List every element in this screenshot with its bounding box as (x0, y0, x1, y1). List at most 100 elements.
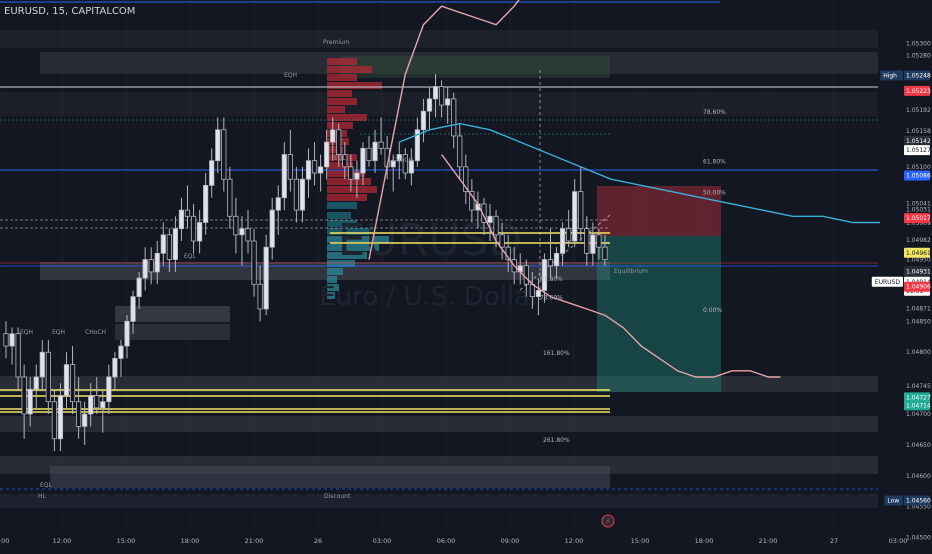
chart-annotation: Discount (324, 493, 351, 500)
volume-profile-bar (327, 202, 357, 209)
x-tick-label: 03:00 (889, 537, 908, 545)
fib-level-label: 0.00% (703, 307, 722, 314)
y-tick-label: 1.04800 (906, 349, 931, 356)
svg-text:High: High (883, 72, 897, 79)
y-tick-label: 1.04871 (906, 305, 931, 312)
svg-text:1.05017: 1.05017 (906, 215, 931, 222)
chart-annotation: EQH (284, 72, 297, 79)
volume-profile-bar (327, 58, 357, 65)
x-tick-label: 03:00 (373, 537, 392, 545)
svg-text:1.04906: 1.04906 (906, 284, 931, 291)
y-tick-label: 1.04650 (906, 442, 931, 449)
fib-level-label: 78.60% (540, 295, 563, 302)
x-tick-label: 21:00 (245, 537, 264, 545)
x-tick-label: 09:00 (501, 537, 520, 545)
position-target-zone (597, 236, 721, 392)
price-zone (0, 416, 878, 432)
svg-text:Low: Low (887, 498, 899, 505)
svg-text:EURUSD: EURUSD (875, 279, 901, 286)
y-tick-label: 1.04745 (906, 383, 931, 390)
x-tick-label: 18:00 (695, 537, 714, 545)
chart-annotation: EQL (184, 253, 197, 260)
x-tick-label: 21:00 (759, 537, 778, 545)
symbol-header: EURUSD, 15, CAPITALCOM (4, 6, 135, 17)
svg-text:⚡: ⚡ (605, 517, 611, 526)
chart-annotation: EQL (40, 482, 53, 489)
svg-text:1.04714: 1.04714 (906, 402, 931, 409)
chart-annotation: EQH (20, 329, 33, 336)
svg-text:1.05248: 1.05248 (906, 72, 931, 79)
volume-profile-bar (327, 74, 357, 81)
y-tick-label: 1.05031 (906, 206, 931, 213)
chart-annotation: CHoCH (85, 329, 106, 336)
chart-annotation: EQL (334, 155, 347, 162)
replay-icon[interactable]: ⚡ (601, 514, 615, 528)
volume-profile-bar (327, 98, 357, 105)
volume-profile-bar (327, 268, 343, 275)
price-zone (0, 30, 878, 48)
svg-text:1.04961: 1.04961 (906, 250, 931, 257)
fib-level-label: 61.80% (703, 159, 726, 166)
y-tick-label: 1.05100 (906, 164, 931, 171)
chart-annotation: HL (38, 493, 47, 500)
price-badge: 1.05127 (904, 145, 931, 156)
price-badge: 1.05223 (904, 85, 931, 96)
y-tick-label: 1.05300 (906, 40, 931, 47)
svg-text:1.04560: 1.04560 (906, 498, 931, 505)
price-zone (340, 56, 610, 78)
watermark-description: Euro / U.S. Dollar (319, 282, 541, 312)
y-tick-label: 1.05280 (906, 53, 931, 60)
x-tick-label: 15:00 (117, 537, 136, 545)
price-zone (0, 494, 878, 508)
volume-profile-bar (327, 90, 352, 97)
chart-root[interactable]: EURUSD Euro / U.S. Dollar 78.60% 61.80% 50… (0, 0, 932, 550)
price-zone (50, 466, 610, 488)
chart-annotation: Equilibrium (614, 268, 648, 275)
x-tick-label: 00:00 (0, 537, 9, 545)
volume-profile-bar (327, 186, 377, 193)
candle (263, 234, 269, 316)
x-tick-label: 12:00 (565, 537, 584, 545)
y-tick-label: 1.05192 (906, 107, 931, 114)
price-badge: 1.05086 (904, 170, 931, 181)
y-tick-label: 1.04500 (906, 535, 931, 542)
volume-profile-bar (327, 106, 345, 113)
fib-level-label: 61.80% (540, 276, 563, 283)
volume-profile-bar (327, 122, 353, 129)
fib-level-label: 78.60% (703, 109, 726, 116)
volume-profile-bar (327, 82, 382, 89)
price-zone (0, 92, 878, 116)
price-badge: 1.04560 Low (884, 495, 931, 506)
y-tick-label: 1.04600 (906, 473, 931, 480)
price-badge: 1.04906 (904, 281, 931, 292)
price-zone (115, 324, 230, 340)
x-tick-label: 15:00 (631, 537, 650, 545)
svg-text:1.05223: 1.05223 (906, 88, 931, 95)
y-tick-label: 1.04982 (906, 237, 931, 244)
svg-text:1.04727: 1.04727 (906, 394, 931, 401)
x-tick-label: 18:00 (181, 537, 200, 545)
x-tick-label: 26 (314, 537, 322, 545)
price-badge: 1.05142 (904, 135, 931, 146)
svg-text:1.05142: 1.05142 (906, 138, 931, 145)
y-tick-label: 1.05158 (906, 128, 931, 135)
x-tick-label: 12:00 (53, 537, 72, 545)
y-tick-label: 1.04850 (906, 318, 931, 325)
fib-level-label: 261.80% (543, 437, 570, 444)
y-tick-label: 1.04700 (906, 411, 931, 418)
price-chart[interactable]: EURUSD Euro / U.S. Dollar 78.60% 61.80% 50… (0, 0, 932, 550)
volume-profile-bar (327, 66, 372, 73)
svg-text:1.05127: 1.05127 (906, 147, 931, 154)
fib-level-label: 161.80% (543, 350, 570, 357)
x-tick-label: 06:00 (437, 537, 456, 545)
price-badge: 1.04714 (904, 400, 931, 411)
fib-level-label: 50.00% (703, 190, 726, 197)
svg-text:1.04931: 1.04931 (906, 268, 931, 275)
x-tick-label: 27 (830, 537, 838, 545)
price-badge: 1.04961 (904, 247, 931, 258)
price-badge: 1.05248 High (880, 70, 931, 81)
svg-text:1.05086: 1.05086 (906, 173, 931, 180)
volume-profile-bar (327, 194, 367, 201)
chart-annotation: CHoCH (392, 157, 413, 164)
price-badge: 1.05017 (904, 213, 931, 224)
